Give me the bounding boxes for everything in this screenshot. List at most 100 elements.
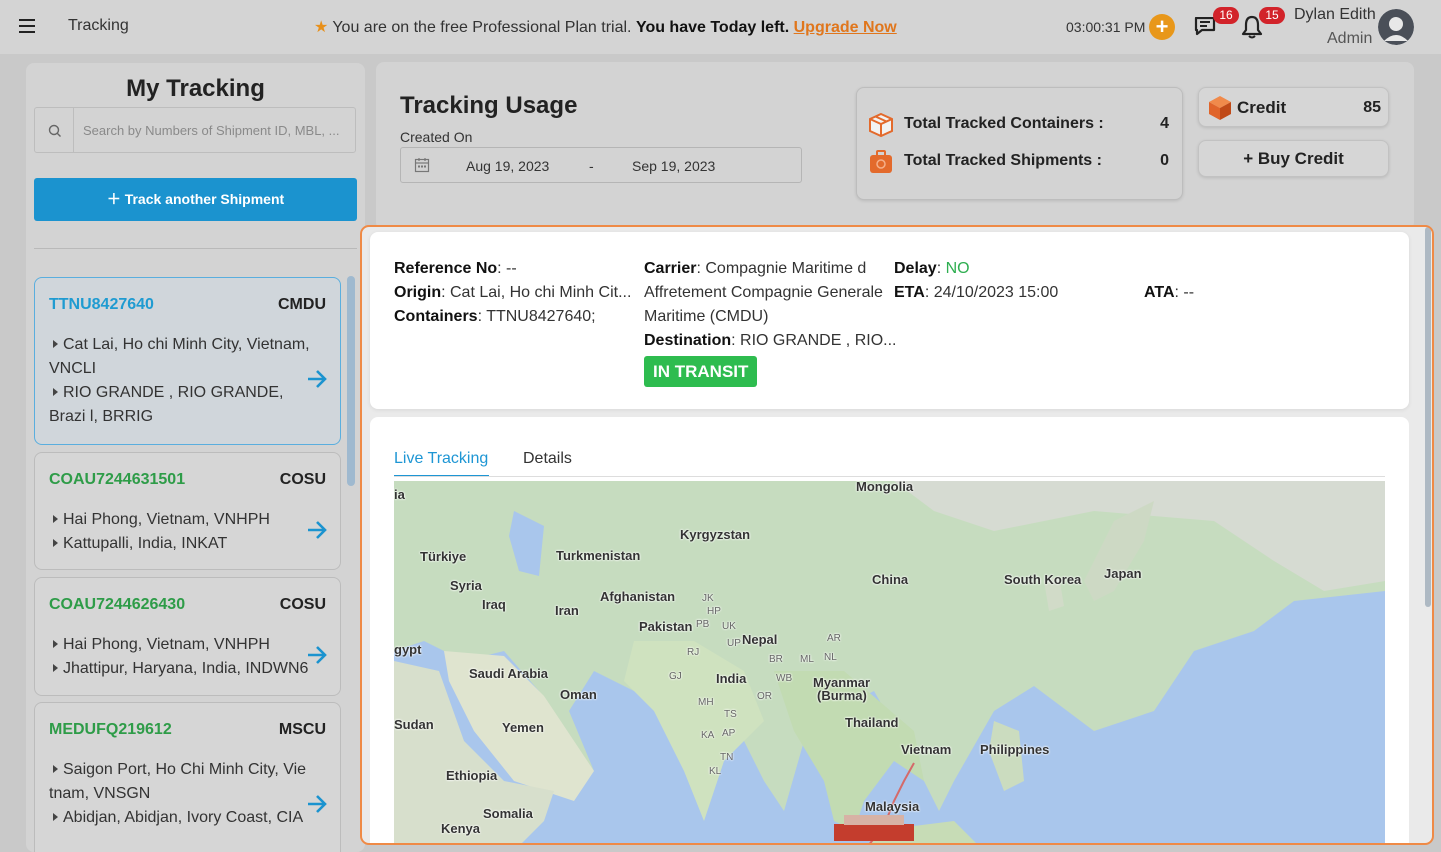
triangle-right-icon	[53, 664, 58, 672]
user-role: Admin	[1327, 30, 1373, 47]
search-input[interactable]	[83, 120, 351, 140]
delay-value: NO	[945, 260, 970, 277]
buy-credit-button[interactable]: + Buy Credit	[1198, 140, 1389, 177]
divider	[34, 248, 357, 249]
carrier-code: COSU	[279, 596, 326, 613]
shipment-card[interactable]: COAU7244631501 COSU Hai Phong, Vietnam, …	[34, 452, 341, 570]
clock: 03:00:31 PM	[1066, 19, 1146, 35]
ata-row: ATA: --	[1144, 284, 1195, 301]
delay-label: Delay	[894, 260, 937, 277]
total-containers-value: 4	[1160, 115, 1169, 132]
date-to: Sep 19, 2023	[632, 158, 716, 174]
map-label-syria: Syria	[450, 578, 482, 593]
map-label-ethiopia: Ethiopia	[446, 768, 498, 783]
map-label-nepal: Nepal	[742, 632, 778, 647]
map-label-rj: RJ	[687, 647, 700, 658]
carrier-code: COSU	[279, 471, 326, 488]
created-on-label: Created On	[400, 129, 473, 145]
route-destination: RIO GRANDE , RIO GRANDE, Brazi l, BRRIG	[49, 384, 284, 425]
map-label-wb: WB	[776, 673, 793, 684]
avatar[interactable]	[1378, 9, 1414, 45]
shipment-id: COAU7244626430	[49, 596, 186, 613]
map-label-br: BR	[769, 654, 783, 665]
route-origin: Cat Lai, Ho chi Minh City, Vietnam, VNCL…	[49, 336, 310, 377]
map-label-philippines: Philippines	[980, 742, 1050, 757]
map-label-oman: Oman	[560, 687, 597, 702]
map-label-saudi-arabia: Saudi Arabia	[469, 666, 548, 681]
shipment-id: COAU7244631501	[49, 471, 186, 488]
triangle-right-icon	[53, 813, 58, 821]
map-label-vietnam: Vietnam	[901, 742, 952, 757]
search-divider	[73, 108, 74, 152]
arrow-right-icon[interactable]	[306, 645, 328, 665]
map-label-or: OR	[757, 691, 772, 702]
map-label-gj: GJ	[669, 671, 682, 682]
map-label-thailand: Thailand	[845, 715, 899, 730]
shipment-id: MEDUFQ219612	[49, 721, 172, 738]
plus-icon: ＋	[106, 191, 121, 207]
date-range-picker[interactable]: Aug 19, 2023 - Sep 19, 2023	[400, 147, 802, 183]
shipment-card[interactable]: COAU7244626430 COSU Hai Phong, Vietnam, …	[34, 577, 341, 696]
route-destination: Kattupalli, India, INKAT	[63, 535, 228, 552]
top-bar: Tracking ★ You are on the free Profession…	[0, 0, 1441, 54]
map-label-kenya: Kenya	[441, 821, 481, 836]
sidebar-scrollbar[interactable]	[347, 276, 355, 486]
map-label-turkmenistan: Turkmenistan	[556, 548, 641, 563]
tab-live-tracking[interactable]: Live Tracking	[394, 450, 488, 468]
route-info: Cat Lai, Ho chi Minh City, Vietnam, VNCL…	[49, 333, 313, 429]
route-info: Hai Phong, Vietnam, VNHPH Kattupalli, In…	[49, 508, 313, 556]
map-label-mh: MH	[698, 697, 714, 708]
map-label-pb: PB	[696, 619, 710, 630]
carrier-value-line3: Maritime (CMDU)	[644, 308, 769, 325]
search-box	[34, 107, 356, 153]
credit-value: 85	[1363, 99, 1381, 116]
route-info: Saigon Port, Ho Chi Minh City, Vie tnam,…	[49, 758, 313, 830]
upgrade-link[interactable]: Upgrade Now	[794, 19, 897, 36]
shipment-card[interactable]: MEDUFQ219612 MSCU Saigon Port, Ho Chi Mi…	[34, 702, 341, 852]
origin-row: Origin: Cat Lai, Ho chi Minh Cit...	[394, 284, 632, 301]
map-label-kyrgyzstan: Kyrgyzstan	[680, 527, 751, 542]
reference-value: --	[506, 260, 517, 277]
total-containers-label: Total Tracked Containers :	[904, 115, 1104, 132]
star-icon: ★	[314, 19, 329, 36]
origin-value: Cat Lai, Ho chi Minh Cit...	[450, 284, 632, 301]
arrow-right-icon[interactable]	[306, 520, 328, 540]
total-shipments-label: Total Tracked Shipments :	[904, 152, 1102, 169]
track-another-shipment-button[interactable]: ＋ Track another Shipment	[34, 178, 357, 221]
notifications-badge: 15	[1259, 7, 1285, 24]
shipment-bag-icon	[870, 150, 892, 173]
tracking-usage-panel: Tracking Usage Created On Aug 19, 2023 -…	[376, 62, 1414, 230]
tab-details[interactable]: Details	[523, 450, 572, 468]
app-title: Tracking	[68, 17, 129, 34]
chat-icon[interactable]	[1194, 17, 1216, 36]
map-label-turkiye: Türkiye	[420, 549, 467, 564]
containers-value: TTNU8427640;	[486, 308, 596, 325]
triangle-right-icon	[53, 539, 58, 547]
destination-value: RIO GRANDE , RIO...	[740, 332, 897, 349]
map-label-up: UP	[727, 638, 741, 649]
containers-label: Containers	[394, 308, 478, 325]
route-origin: Hai Phong, Vietnam, VNHPH	[63, 511, 270, 528]
map-label-ap: AP	[722, 728, 736, 739]
map-label-ml: ML	[800, 654, 814, 665]
add-button[interactable]: +	[1149, 14, 1175, 40]
main-scrollbar[interactable]	[1425, 227, 1431, 607]
map-label-kl: KL	[709, 766, 722, 777]
route-origin: Hai Phong, Vietnam, VNHPH	[63, 636, 270, 653]
eta-label: ETA	[894, 284, 925, 301]
container-box-icon	[869, 112, 893, 138]
user-name[interactable]: Dylan Edith	[1294, 6, 1376, 24]
map-label-egypt: gypt	[394, 642, 422, 657]
menu-icon[interactable]	[19, 19, 35, 33]
route-destination: Abidjan, Abidjan, Ivory Coast, CIA	[63, 809, 304, 826]
live-tracking-map[interactable]: Mongolia Kyrgyzstan Türkiye Turkmenistan…	[394, 481, 1385, 843]
map-land-shapes	[394, 481, 1385, 843]
arrow-right-icon[interactable]	[306, 369, 328, 389]
shipment-info-card: Reference No: -- Origin: Cat Lai, Ho chi…	[370, 232, 1409, 409]
arrow-right-icon[interactable]	[306, 794, 328, 814]
trial-banner: ★ You are on the free Professional Plan t…	[314, 17, 897, 37]
shipment-card[interactable]: TTNU8427640 CMDU Cat Lai, Ho chi Minh Ci…	[34, 277, 341, 445]
calendar-icon	[414, 158, 430, 173]
map-label-india: India	[716, 671, 747, 686]
user-avatar-icon	[1378, 9, 1414, 45]
